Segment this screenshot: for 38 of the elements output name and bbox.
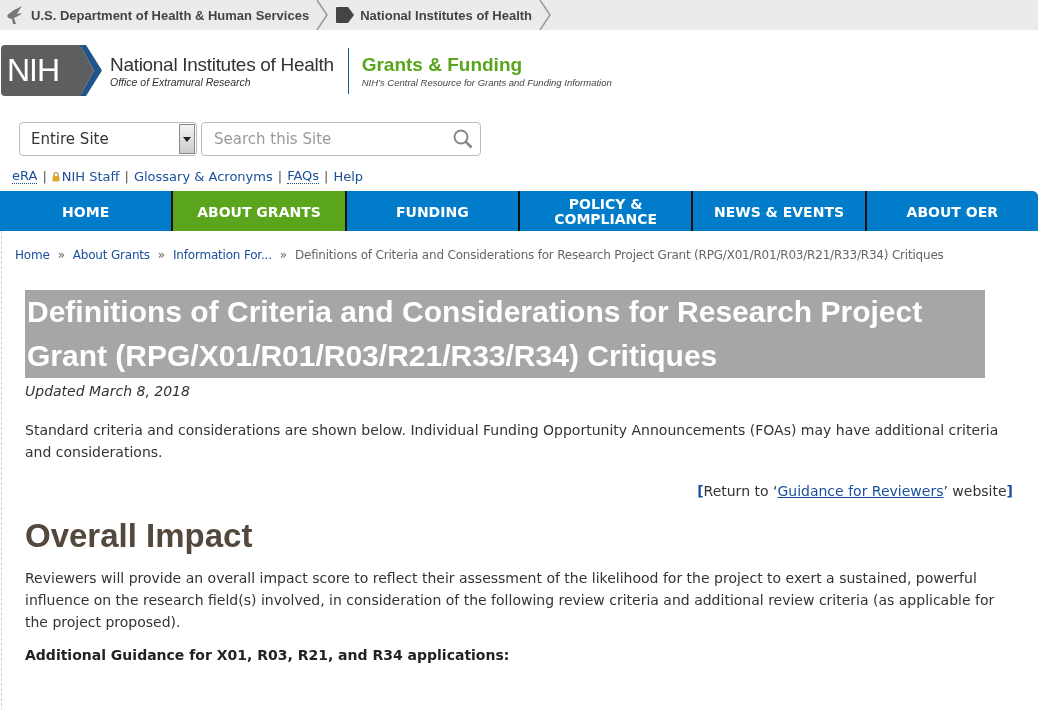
logo-title: National Institutes of Health: [110, 53, 334, 76]
chevron-divider-icon: [538, 0, 553, 30]
subheading: Additional Guidance for X01, R03, R21, and R34 applications:: [25, 647, 511, 663]
separator: |: [324, 168, 329, 184]
intro-text: Standard criteria and considerations are shown below. Individual Funding Opportunity Announcements (FOAs) may have additional criteria and considerations.: [25, 421, 1000, 462]
page-title: Definitions of Criteria and Considerations for Research Project Grant (RPG/X01/R01/R03/R21/R33/R34) Critiques: [25, 290, 985, 378]
breadcrumb-link[interactable]: About Grants: [72, 248, 150, 262]
section-text: Reviewers will provide an overall impact score to reflect their assessment of the likelihood for the project to exert a sustained, powerful influence on the research field(s) involved, in consideration of the following review criteria and additional review criteria (as applicable for the project proposed).: [25, 569, 996, 632]
breadcrumb-separator: »: [279, 248, 287, 262]
utility-link[interactable]: NIH Staff: [51, 168, 120, 184]
utility-link[interactable]: eRA: [12, 168, 38, 184]
scope-dropdown[interactable]: Entire Site: [19, 122, 197, 156]
caret-icon: [183, 136, 191, 142]
breadcrumb-current: Definitions of Criteria and Considerations for Research Project Grant (RPG/X01/R01/R03/R21/R33/R34) Critiques: [294, 248, 944, 262]
breadcrumb-separator: »: [157, 248, 165, 262]
lock-icon: [51, 170, 60, 182]
utility-link[interactable]: FAQs: [287, 168, 320, 184]
search-icon[interactable]: [453, 129, 473, 149]
tag-icon: [335, 6, 356, 24]
separator: |: [124, 168, 129, 184]
utility-link[interactable]: Help: [333, 168, 364, 184]
section-heading: Overall Impact: [25, 517, 254, 555]
top-bar-link[interactable]: National Institutes of Health: [360, 7, 533, 23]
chevron-divider-icon: [315, 0, 330, 30]
breadcrumb-link[interactable]: Information For...: [173, 248, 272, 262]
guidance-link[interactable]: Guidance for Reviewers: [777, 483, 944, 499]
logo-subtitle: Office of Extramural Research: [110, 75, 252, 88]
updated-date: Updated March 8, 2018: [25, 383, 191, 399]
return-note: [Return to ‘Guidance for Reviewers’ website]: [696, 483, 1013, 499]
breadcrumb-link[interactable]: Home: [15, 248, 50, 262]
utility-link[interactable]: Glossary & Acronyms: [133, 168, 273, 184]
site-tagline: NIH’s Central Resource for Grants and Funding Information: [361, 76, 612, 88]
separator: |: [42, 168, 47, 184]
separator: |: [277, 168, 283, 184]
chevron-icon: [80, 45, 104, 96]
breadcrumb-separator: »: [57, 248, 65, 262]
search-field[interactable]: Search this Site: [201, 122, 481, 156]
top-bar-link[interactable]: U.S. Department of Health & Human Services: [31, 7, 310, 23]
